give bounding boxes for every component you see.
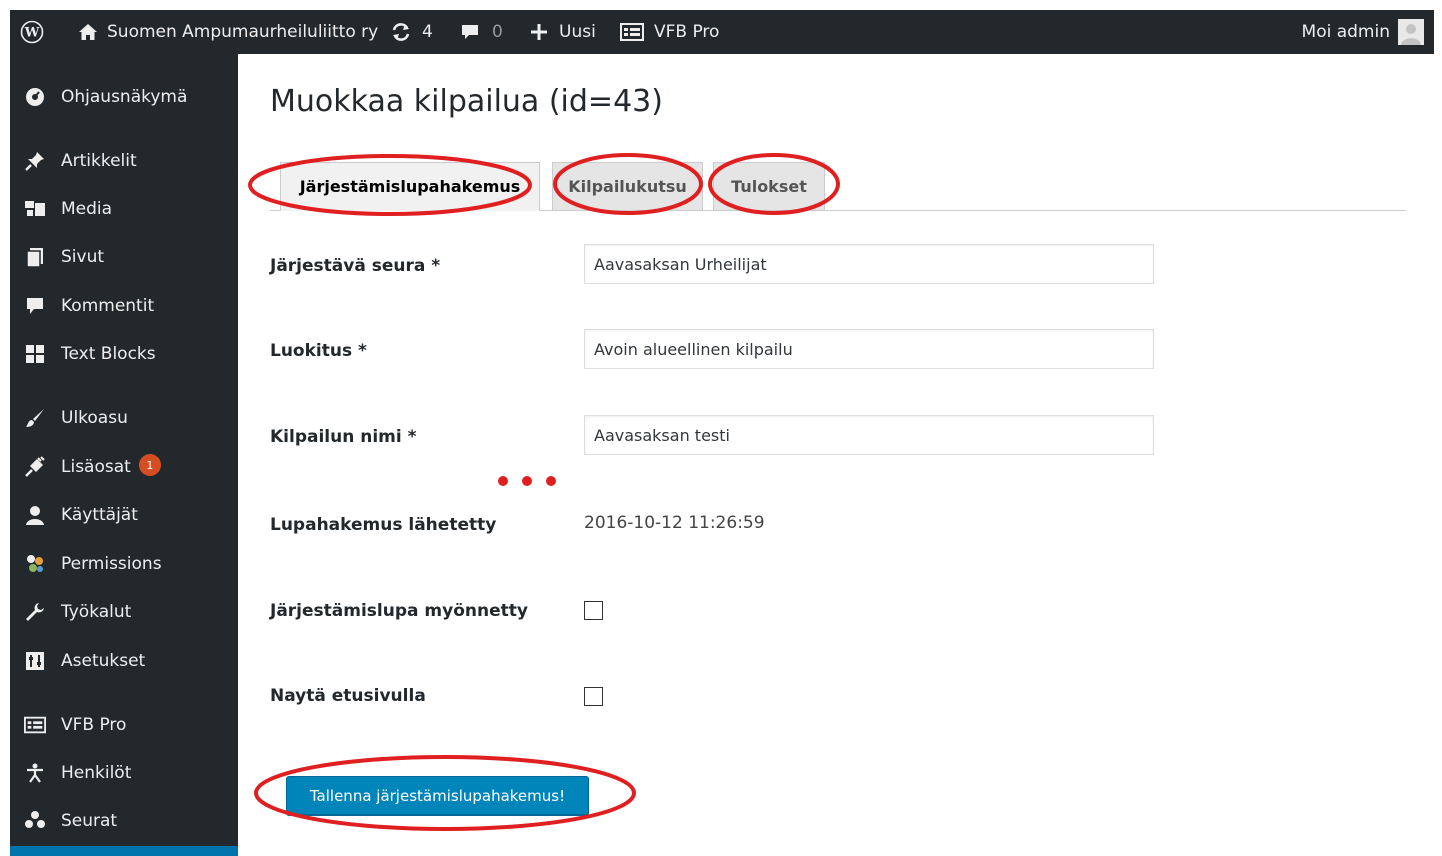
admin-sidebar: Ohjausnäkymä Artikkelit Media Sivut Komm…: [10, 54, 238, 856]
sidebar-item-label: Artikkelit: [61, 151, 137, 171]
sidebar-item-label: Henkilöt: [61, 763, 132, 783]
avatar: [1398, 19, 1424, 45]
comments-count: 0: [492, 22, 503, 42]
refresh-icon: [390, 21, 412, 43]
sidebar-item-settings[interactable]: Asetukset: [10, 641, 238, 681]
sidebar-item-label: Kommentit: [61, 296, 155, 316]
new-label: Uusi: [559, 22, 596, 42]
permit-granted-checkbox[interactable]: [584, 601, 603, 620]
site-name-link[interactable]: Suomen Ampumaurheiluliitto ry: [78, 10, 378, 54]
classification-input[interactable]: [584, 329, 1154, 369]
media-icon: [24, 198, 46, 220]
sidebar-item-media[interactable]: Media: [10, 189, 238, 229]
pin-icon: [24, 150, 46, 172]
grid-icon: [24, 343, 46, 365]
sidebar-item-label: Asetukset: [61, 651, 146, 671]
sidebar-item-label: Sivut: [61, 247, 105, 267]
sidebar-item-label: Seurat: [61, 811, 118, 831]
competition-name-input[interactable]: [584, 415, 1154, 455]
sidebar-item-persons[interactable]: Henkilöt: [10, 753, 238, 793]
annotation-dot: [498, 476, 508, 486]
new-content-link[interactable]: Uusi: [529, 10, 596, 54]
sidebar-item-vfb-pro[interactable]: VFB Pro: [10, 705, 238, 745]
sidebar-item-permissions[interactable]: Permissions: [10, 544, 238, 584]
wrench-icon: [24, 601, 46, 623]
application-sent-label: Lupahakemus lähetetty: [270, 515, 497, 535]
comments-link[interactable]: 0: [460, 10, 503, 54]
sidebar-item-dashboard[interactable]: Ohjausnäkymä: [10, 77, 238, 117]
permit-granted-label: Järjestämislupa myönnetty: [270, 601, 528, 621]
tab-invitation[interactable]: Kilpailukutsu: [552, 162, 703, 211]
sidebar-item-label: Työkalut: [61, 602, 132, 622]
tab-permit-application[interactable]: Järjestämislupahakemus: [280, 162, 540, 211]
updates-count: 4: [422, 22, 433, 42]
site-name: Suomen Ampumaurheiluliitto ry: [107, 22, 379, 42]
pages-icon: [24, 246, 46, 268]
annotation-dot: [546, 476, 556, 486]
svg-text:W: W: [24, 26, 40, 41]
annotation-dot: [522, 476, 532, 486]
sidebar-item-label: Lisäosat: [61, 457, 131, 477]
organizer-input[interactable]: [584, 244, 1154, 284]
admin-bar: W Suomen Ampumaurheiluliitto ry 4 0 Uusi…: [10, 10, 1434, 54]
comment-icon: [24, 295, 46, 317]
ellipsis-annotation: [498, 476, 556, 486]
sidebar-item-text-blocks[interactable]: Text Blocks: [10, 334, 238, 374]
wordpress-icon: W: [20, 20, 44, 44]
classification-label: Luokitus *: [270, 341, 367, 361]
greeting: Moi admin: [1301, 22, 1390, 42]
home-icon: [78, 22, 98, 42]
sidebar-item-appearance[interactable]: Ulkoasu: [10, 398, 238, 438]
sidebar-item-comments[interactable]: Kommentit: [10, 286, 238, 326]
sidebar-item-users[interactable]: Käyttäjät: [10, 495, 238, 535]
comment-bubble-icon: [460, 22, 480, 42]
organizer-label: Järjestävä seura *: [270, 256, 441, 276]
dashboard-icon: [24, 86, 46, 108]
competition-name-label: Kilpailun nimi *: [270, 427, 417, 447]
sidebar-item-clubs[interactable]: Seurat: [10, 801, 238, 841]
updates-link[interactable]: 4: [390, 10, 433, 54]
brush-icon: [24, 407, 46, 429]
sidebar-item-plugins[interactable]: Lisäosat 1: [10, 447, 238, 487]
groups-icon: [24, 810, 46, 832]
sidebar-item-label: Permissions: [61, 554, 162, 574]
settings-icon: [24, 650, 46, 672]
form-icon: [24, 714, 46, 736]
save-permit-application-button[interactable]: Tallenna järjestämislupahakemus!: [286, 776, 589, 815]
my-account-link[interactable]: Moi admin: [1302, 10, 1424, 54]
sidebar-item-label: Text Blocks: [61, 344, 156, 364]
sidebar-item-pages[interactable]: Sivut: [10, 237, 238, 277]
plugin-icon: [24, 456, 46, 478]
vfb-pro-link[interactable]: VFB Pro: [620, 10, 719, 54]
tab-results[interactable]: Tulokset: [713, 162, 825, 211]
sidebar-item-tools[interactable]: Työkalut: [10, 592, 238, 632]
plugin-update-badge: 1: [138, 454, 161, 476]
user-icon: [24, 504, 46, 526]
sidebar-item-label: Käyttäjät: [61, 505, 138, 525]
sidebar-item-label: Ulkoasu: [61, 408, 128, 428]
page-title: Muokkaa kilpailua (id=43): [270, 84, 663, 119]
sidebar-item-label: Ohjausnäkymä: [61, 87, 188, 107]
application-sent-value: 2016-10-12 11:26:59: [584, 513, 765, 533]
sidebar-current-indicator: [10, 846, 238, 856]
form-icon: [620, 22, 644, 42]
sidebar-item-label-wrap: Lisäosat 1: [61, 454, 161, 478]
permissions-icon: [24, 553, 46, 575]
show-on-frontpage-label: Naytä etusivulla: [270, 686, 426, 706]
vfb-label: VFB Pro: [654, 22, 720, 42]
plus-icon: [529, 22, 549, 42]
person-icon: [24, 762, 46, 784]
wordpress-logo[interactable]: W: [20, 10, 44, 54]
show-on-frontpage-checkbox[interactable]: [584, 687, 603, 706]
sidebar-item-label: Media: [61, 199, 113, 219]
sidebar-item-posts[interactable]: Artikkelit: [10, 141, 238, 181]
sidebar-item-label: VFB Pro: [61, 715, 127, 735]
